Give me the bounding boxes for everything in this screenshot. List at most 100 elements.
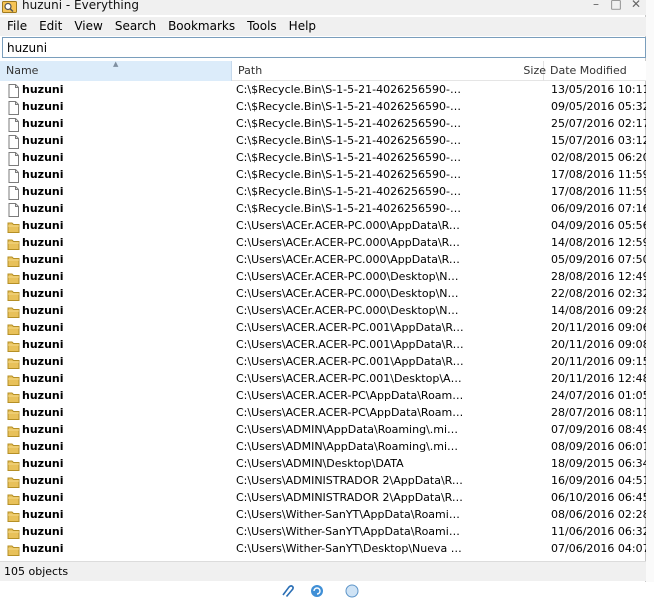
table-row[interactable]: huzuni C:\Users\ACEr.ACER-PC.000\AppData\…: [0, 218, 646, 235]
search-box[interactable]: [2, 37, 646, 58]
row-date-modified: 20/11/2016 09:06 a.m.: [551, 321, 646, 334]
table-row[interactable]: huzuni C:\$Recycle.Bin\S-1-5-21-402625659…: [0, 150, 646, 167]
minimize-button[interactable]: –: [586, 0, 606, 11]
table-row[interactable]: huzuni C:\$Recycle.Bin\S-1-5-21-402625659…: [0, 184, 646, 201]
globe-icon[interactable]: [343, 583, 361, 599]
folder-icon: [7, 407, 20, 421]
folder-icon: [7, 475, 20, 489]
row-date-modified: 17/08/2016 11:59 a.m.: [551, 185, 646, 198]
menu-edit[interactable]: Edit: [32, 17, 67, 36]
table-row[interactable]: huzuni C:\Users\ACER.ACER-PC.001\Desktop\…: [0, 371, 646, 388]
menu-search[interactable]: Search: [108, 17, 161, 36]
row-path: C:\Users\ACEr.ACER-PC.000\AppData\Roami.…: [236, 253, 464, 266]
table-row[interactable]: huzuni C:\Users\ACER.ACER-PC\AppData\Roam…: [0, 405, 646, 422]
table-row[interactable]: huzuni C:\Users\ADMINISTRADOR 2\AppData\R…: [0, 473, 646, 490]
table-row[interactable]: huzuni C:\Users\Wither-SanYT\Desktop\Nuev…: [0, 541, 646, 558]
table-row[interactable]: huzuni C:\Users\ADMIN\AppData\Roaming\.mi…: [0, 439, 646, 456]
table-row[interactable]: huzuni C:\Users\ACEr.ACER-PC.000\Desktop\…: [0, 303, 646, 320]
column-header-date-modified[interactable]: Date Modified: [544, 61, 646, 81]
table-row[interactable]: huzuni C:\Users\ACEr.ACER-PC.000\Desktop\…: [0, 286, 646, 303]
folder-icon: [7, 492, 20, 506]
row-path: C:\Users\ACEr.ACER-PC.000\Desktop\Nueva …: [236, 304, 464, 317]
row-path: C:\Users\ADMINISTRADOR 2\AppData\Roami..…: [236, 491, 464, 504]
folder-icon: [7, 220, 20, 234]
row-name: huzuni: [22, 219, 64, 232]
row-date-modified: 08/06/2016 02:28 p.m.: [551, 508, 646, 521]
row-date-modified: 07/06/2016 04:07 p.m.: [551, 542, 646, 555]
row-name: huzuni: [22, 168, 64, 181]
table-row[interactable]: huzuni C:\$Recycle.Bin\S-1-5-21-402625659…: [0, 116, 646, 133]
folder-icon: [7, 458, 20, 472]
folder-icon: [7, 509, 20, 523]
row-date-modified: 14/08/2016 09:28 p.m.: [551, 304, 646, 317]
folder-icon: [7, 288, 20, 302]
row-path: C:\Users\ADMIN\AppData\Roaming\.minecr..…: [236, 440, 464, 453]
row-date-modified: 11/06/2016 06:32 p.m.: [551, 525, 646, 538]
row-path: C:\$Recycle.Bin\S-1-5-21-4026256590-1239…: [236, 185, 464, 198]
row-name: huzuni: [22, 406, 64, 419]
table-row[interactable]: huzuni C:\Users\ACEr.ACER-PC.000\AppData\…: [0, 252, 646, 269]
row-name: huzuni: [22, 304, 64, 317]
row-name: huzuni: [22, 117, 64, 130]
refresh-icon[interactable]: [308, 583, 326, 599]
table-row[interactable]: huzuni C:\$Recycle.Bin\S-1-5-21-402625659…: [0, 82, 646, 99]
search-input[interactable]: [7, 39, 607, 56]
row-path: C:\$Recycle.Bin\S-1-5-21-4026256590-1239…: [236, 117, 464, 130]
document-icon: [7, 203, 20, 217]
menu-bar: File Edit View Search Bookmarks Tools He…: [0, 17, 646, 36]
row-name: huzuni: [22, 474, 64, 487]
table-row[interactable]: huzuni C:\Users\ACEr.ACER-PC.000\AppData\…: [0, 235, 646, 252]
row-date-modified: 15/07/2016 03:12 p.m.: [551, 134, 646, 147]
menu-file[interactable]: File: [0, 17, 32, 36]
paperclip-icon[interactable]: [278, 583, 296, 599]
row-date-modified: 07/09/2016 08:49 p.m.: [551, 423, 646, 436]
close-button[interactable]: ✕: [626, 0, 646, 11]
row-date-modified: 28/08/2016 12:49 p.m.: [551, 270, 646, 283]
menu-view[interactable]: View: [67, 17, 107, 36]
column-path-label: Path: [238, 64, 263, 77]
maximize-button[interactable]: □: [606, 0, 626, 11]
row-date-modified: 20/11/2016 09:15 a.m.: [551, 355, 646, 368]
row-name: huzuni: [22, 525, 64, 538]
results-list: huzuni C:\$Recycle.Bin\S-1-5-21-402625659…: [0, 82, 646, 560]
object-count: 105 objects: [4, 565, 69, 578]
menu-tools[interactable]: Tools: [240, 17, 282, 36]
table-row[interactable]: huzuni C:\Users\ACEr.ACER-PC.000\Desktop\…: [0, 269, 646, 286]
table-row[interactable]: huzuni C:\$Recycle.Bin\S-1-5-21-402625659…: [0, 167, 646, 184]
magnifier-icon: [2, 1, 17, 13]
table-row[interactable]: huzuni C:\$Recycle.Bin\S-1-5-21-402625659…: [0, 133, 646, 150]
table-row[interactable]: huzuni C:\Users\ACER.ACER-PC\AppData\Roam…: [0, 388, 646, 405]
folder-icon: [7, 339, 20, 353]
table-row[interactable]: huzuni C:\Users\Wither-SanYT\AppData\Roam…: [0, 524, 646, 541]
table-row[interactable]: huzuni C:\$Recycle.Bin\S-1-5-21-402625659…: [0, 201, 646, 218]
row-date-modified: 28/07/2016 08:11 p.m.: [551, 406, 646, 419]
table-row[interactable]: huzuni C:\Users\ADMIN\Desktop\DATA 18/09/2…: [0, 456, 646, 473]
column-header-size[interactable]: Size: [518, 61, 546, 81]
menu-help[interactable]: Help: [282, 17, 321, 36]
row-path: C:\Users\ACEr.ACER-PC.000\Desktop\Nueva …: [236, 287, 464, 300]
row-name: huzuni: [22, 270, 64, 283]
menu-bookmarks[interactable]: Bookmarks: [161, 17, 240, 36]
row-name: huzuni: [22, 253, 64, 266]
table-row[interactable]: huzuni C:\Users\ADMIN\AppData\Roaming\.mi…: [0, 422, 646, 439]
row-path: C:\$Recycle.Bin\S-1-5-21-4026256590-1239…: [236, 168, 464, 181]
table-row[interactable]: huzuni C:\Users\ACER.ACER-PC.001\AppData\…: [0, 337, 646, 354]
column-header-path[interactable]: Path: [232, 61, 544, 81]
table-row[interactable]: huzuni C:\Users\Wither-SanYT\AppData\Roam…: [0, 507, 646, 524]
row-name: huzuni: [22, 185, 64, 198]
row-name: huzuni: [22, 423, 64, 436]
row-date-modified: 20/11/2016 09:08 a.m.: [551, 338, 646, 351]
table-row[interactable]: huzuni C:\Users\ACER.ACER-PC.001\AppData\…: [0, 354, 646, 371]
column-header-name[interactable]: Name ▲: [0, 60, 232, 81]
column-size-label: Size: [523, 64, 546, 77]
document-icon: [7, 169, 20, 183]
status-bar: 105 objects: [0, 561, 646, 581]
row-name: huzuni: [22, 542, 64, 555]
table-row[interactable]: huzuni C:\Users\ADMINISTRADOR 2\AppData\R…: [0, 490, 646, 507]
row-path: C:\$Recycle.Bin\S-1-5-21-4026256590-1239…: [236, 151, 464, 164]
table-row[interactable]: huzuni C:\Users\ACER.ACER-PC.001\AppData\…: [0, 320, 646, 337]
row-name: huzuni: [22, 202, 64, 215]
row-name: huzuni: [22, 338, 64, 351]
table-row[interactable]: huzuni C:\$Recycle.Bin\S-1-5-21-402625659…: [0, 99, 646, 116]
row-date-modified: 24/07/2016 01:05 p.m.: [551, 389, 646, 402]
